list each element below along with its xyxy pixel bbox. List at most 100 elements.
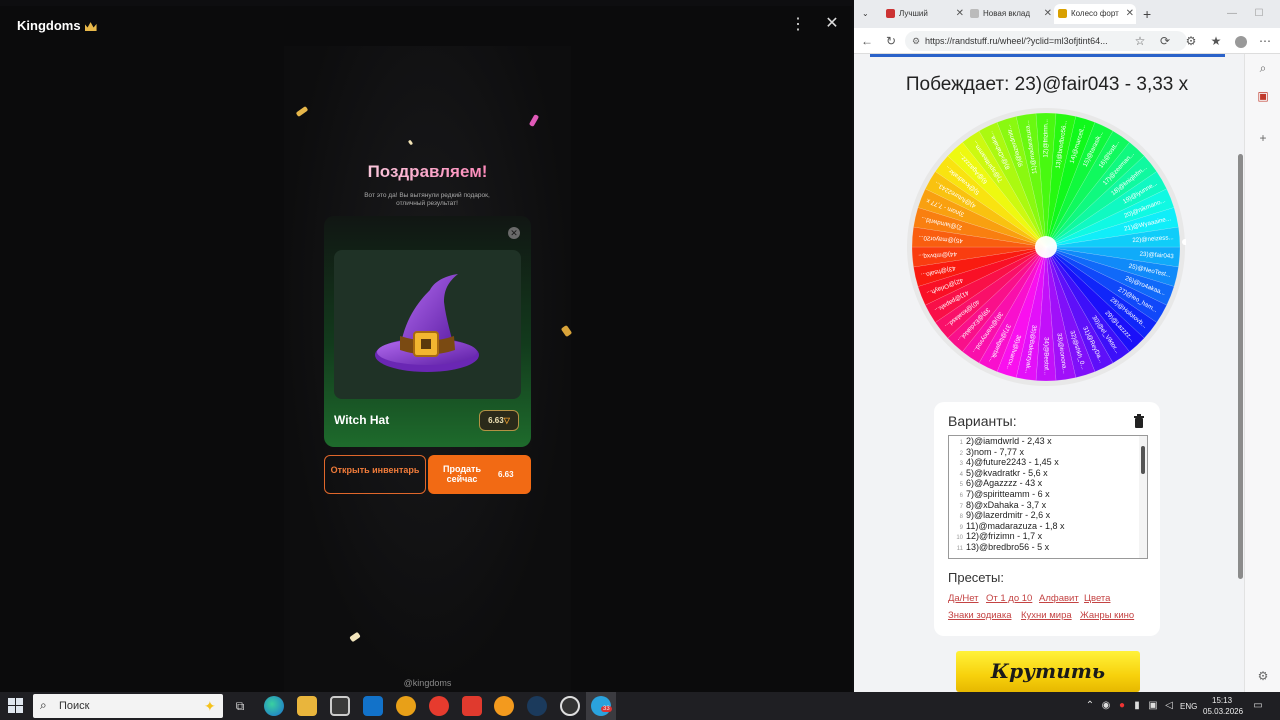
- preset-movie-genres[interactable]: Жанры кино: [1080, 610, 1134, 621]
- sell-now-button[interactable]: Продать сейчас 6.63: [428, 455, 531, 494]
- tab-2-label: Новая вклад: [983, 9, 1031, 18]
- more-menu-icon[interactable]: ⋮: [790, 16, 806, 34]
- tray-mic-icon[interactable]: ▮: [1131, 700, 1143, 712]
- tab-1-close-icon[interactable]: ✕: [956, 4, 964, 24]
- wheel-page: Побеждает: 23)@fair043 - 3,33 x 23)@fair…: [854, 54, 1236, 692]
- sell-now-label: Продать сейчас: [442, 464, 481, 484]
- sparkle-icon: ✦: [204, 698, 216, 714]
- telegram-badge: 33: [601, 706, 612, 712]
- open-inventory-button[interactable]: Открыть инвентарь: [324, 455, 426, 494]
- presets-title: Пресеты:: [948, 570, 1005, 585]
- taskbar: ⌕ Поиск ✦ ⧉ 33 ⌃ ◉ ● ▮ ▣ ◁ ENG 15:13 05.…: [0, 692, 1280, 720]
- menu-icon[interactable]: ⋯: [1256, 32, 1274, 50]
- site-info-icon[interactable]: ⚙: [912, 31, 920, 51]
- variant-text: 3)nom - 7,77 x: [966, 446, 1025, 457]
- tray-app-icon[interactable]: ◉: [1100, 700, 1112, 712]
- windows-start-icon[interactable]: [8, 698, 24, 714]
- crown-icon: [84, 22, 97, 32]
- congrats-title: Поздравляем!: [284, 162, 571, 182]
- taskbar-search[interactable]: ⌕ Поиск ✦: [33, 694, 223, 718]
- app-orange-icon[interactable]: [396, 696, 416, 716]
- page-scroll-thumb[interactable]: [1238, 154, 1243, 579]
- variant-row: 6 7)@spiritteamm - 6 x: [949, 489, 1147, 500]
- preset-cuisines[interactable]: Кухни мира: [1021, 610, 1072, 621]
- preset-yes-no[interactable]: Да/Нет: [948, 593, 979, 604]
- url-text: https://randstuff.ru/wheel/?yclid=ml3ofj…: [925, 36, 1108, 46]
- sidebar-settings-icon[interactable]: ⚙: [1253, 666, 1273, 686]
- app-title: Kingdoms: [17, 18, 97, 33]
- speaker-icon: [886, 9, 895, 19]
- variant-row: 7 8)@xDahaka - 3,7 x: [949, 500, 1147, 511]
- notifications-icon[interactable]: ▭: [1252, 700, 1264, 712]
- preset-colors[interactable]: Цвета: [1084, 593, 1110, 604]
- tab-bar: ⌄ Лучший ✕ Новая вклад ✕ Колесо форт ✕ + — …: [854, 0, 1280, 28]
- outlook-icon[interactable]: [363, 696, 383, 716]
- tab-3[interactable]: Колесо форт ✕: [1054, 4, 1136, 24]
- newtab-icon: [970, 9, 979, 19]
- sidebar-add-icon[interactable]: +: [1253, 128, 1273, 148]
- card-close-icon[interactable]: ✕: [508, 227, 520, 239]
- profile-avatar[interactable]: [1232, 32, 1250, 50]
- fortune-wheel[interactable]: 23)@fair04325)@NeoTest...26)@ro4akaa...2…: [906, 107, 1186, 387]
- minimize-icon[interactable]: —: [1224, 4, 1240, 24]
- variant-row: 8 9)@lazerdmitr - 2,6 x: [949, 510, 1147, 521]
- sidebar-search-icon[interactable]: ⌕: [1253, 58, 1273, 78]
- store-icon[interactable]: [330, 696, 350, 716]
- ton-icon: ▽: [503, 416, 510, 425]
- maximize-icon[interactable]: ☐: [1251, 4, 1267, 24]
- footer-handle: @kingdoms: [403, 678, 452, 688]
- reader-refresh-icon[interactable]: ⟳: [1156, 32, 1174, 50]
- tab-2-close-icon[interactable]: ✕: [1044, 4, 1052, 24]
- variant-text: 11)@madarazuza - 1,8 x: [966, 520, 1065, 531]
- tab-1-label: Лучший: [899, 9, 928, 18]
- preset-alphabet[interactable]: Алфавит: [1039, 593, 1079, 604]
- variant-row: 5 6)@Agazzzz - 43 x: [949, 478, 1147, 489]
- app-titlebar: Kingdoms ⋮ ✕: [0, 6, 852, 46]
- item-image: [334, 250, 521, 399]
- variants-list: 1 2)@iamdwrld - 2,43 x 2 3)nom - 7,77 x 3 4)@…: [949, 436, 1147, 553]
- preset-1-to-10[interactable]: От 1 до 10: [986, 593, 1032, 604]
- spin-button[interactable]: Крутить: [956, 651, 1140, 692]
- bookmark-star-icon[interactable]: ☆: [1131, 32, 1149, 50]
- variant-text: 9)@lazerdmitr - 2,6 x: [966, 510, 1051, 521]
- language-indicator[interactable]: ENG: [1180, 702, 1197, 711]
- yandex-browser-icon[interactable]: [429, 696, 449, 716]
- tray-chevron-icon[interactable]: ⌃: [1084, 700, 1096, 712]
- trash-icon[interactable]: [1133, 414, 1145, 428]
- witch-hat-icon: [375, 274, 479, 372]
- clock-time[interactable]: 15:13: [1212, 696, 1232, 705]
- edge-icon[interactable]: [264, 696, 284, 716]
- preset-zodiac[interactable]: Знаки зодиака: [948, 610, 1011, 621]
- variants-textarea[interactable]: 1 2)@iamdwrld - 2,43 x 2 3)nom - 7,77 x 3 4)@…: [948, 435, 1148, 559]
- variants-scrollbar[interactable]: [1139, 436, 1147, 558]
- variant-row: 2 3)nom - 7,77 x: [949, 447, 1147, 458]
- tab-1[interactable]: Лучший ✕: [886, 4, 966, 24]
- tray-network-icon[interactable]: ▣: [1147, 700, 1159, 712]
- sidebar-tools-icon[interactable]: ▣: [1253, 86, 1273, 106]
- clock-date[interactable]: 05.03.2026: [1203, 707, 1243, 716]
- new-tab-icon[interactable]: +: [1143, 4, 1157, 24]
- tab-2[interactable]: Новая вклад ✕: [970, 4, 1054, 24]
- tray-volume-icon[interactable]: ◁: [1163, 700, 1175, 712]
- tab-list-icon[interactable]: ⌄: [862, 4, 874, 24]
- app-heart-icon[interactable]: [494, 696, 514, 716]
- back-icon[interactable]: ←: [858, 32, 876, 50]
- variant-text: 7)@spiritteamm - 6 x: [966, 488, 1050, 499]
- tab-3-close-icon[interactable]: ✕: [1126, 4, 1134, 24]
- item-price-badge: 6.63▽: [479, 410, 519, 431]
- browser-window: ⌄ Лучший ✕ Новая вклад ✕ Колесо форт ✕ + — …: [854, 0, 1280, 692]
- search-icon: ⌕: [40, 698, 47, 712]
- obs-icon[interactable]: [560, 696, 580, 716]
- file-explorer-icon[interactable]: [297, 696, 317, 716]
- variants-scroll-thumb[interactable]: [1141, 446, 1145, 474]
- tray-yandex-icon[interactable]: ●: [1116, 700, 1128, 712]
- page-scrollbar[interactable]: [1236, 54, 1244, 692]
- wheel-label: 12)@frizimn...: [1043, 119, 1050, 158]
- refresh-icon[interactable]: ↻: [882, 32, 900, 50]
- yandex-icon[interactable]: [462, 696, 482, 716]
- task-view-icon[interactable]: ⧉: [230, 696, 250, 716]
- extensions-icon[interactable]: ⚙: [1182, 32, 1200, 50]
- steam-icon[interactable]: [527, 696, 547, 716]
- close-icon[interactable]: ✕: [823, 15, 841, 33]
- favorites-icon[interactable]: ★: [1207, 32, 1225, 50]
